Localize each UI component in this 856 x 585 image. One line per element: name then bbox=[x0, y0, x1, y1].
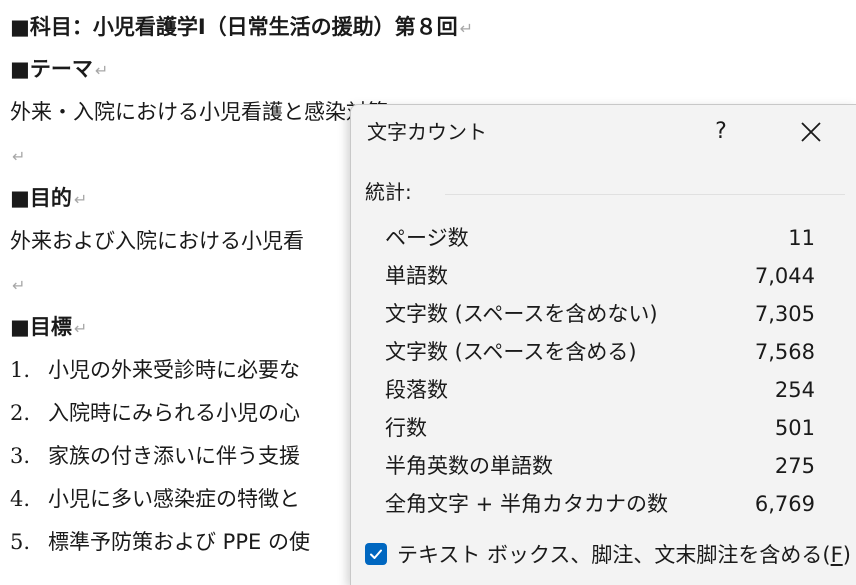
paragraph-mark: ↵ bbox=[73, 319, 88, 338]
word-count-dialog: 文字カウント ? 統計: ページ数 11 単語数 7,044 文字数 (スペース… bbox=[350, 104, 856, 585]
goal-item: 4. 小児に多い感染症の特徴と bbox=[10, 487, 300, 511]
stat-value: 7,305 bbox=[754, 302, 815, 326]
stat-row-chars-with-spaces: 文字数 (スペースを含める) 7,568 bbox=[385, 333, 815, 371]
stat-label: 単語数 bbox=[385, 264, 448, 288]
dialog-title: 文字カウント bbox=[367, 120, 487, 144]
purpose-heading: ■目的 ↵ bbox=[10, 186, 88, 210]
goal-item: 1. 小児の外来受診時に必要な bbox=[10, 358, 300, 382]
close-button[interactable] bbox=[791, 115, 831, 149]
goal-item: 2. 入院時にみられる小児の心 bbox=[10, 401, 300, 425]
stat-value: 275 bbox=[774, 454, 815, 478]
stat-value: 11 bbox=[788, 226, 815, 250]
stat-row-halfwidth-words: 半角英数の単語数 275 bbox=[385, 447, 815, 485]
empty-paragraph: ↵ bbox=[12, 147, 26, 166]
stat-value: 7,568 bbox=[754, 340, 815, 364]
statistics-label: 統計: bbox=[365, 180, 412, 204]
stat-row-pages: ページ数 11 bbox=[385, 219, 815, 257]
goal-item: 5. 標準予防策および PPE の使 bbox=[10, 530, 310, 554]
help-button[interactable]: ? bbox=[701, 115, 741, 149]
stat-label: 行数 bbox=[385, 416, 427, 440]
stat-label: 半角英数の単語数 bbox=[385, 454, 553, 478]
checkmark-icon bbox=[370, 549, 382, 559]
paragraph-mark: ↵ bbox=[459, 19, 474, 38]
accesskey: F bbox=[830, 543, 843, 567]
stat-label: 段落数 bbox=[385, 378, 448, 402]
stat-row-chars-no-spaces: 文字数 (スペースを含めない) 7,305 bbox=[385, 295, 815, 333]
divider bbox=[445, 194, 845, 195]
theme-text: 外来・入院における小児看護と感染対策 bbox=[10, 100, 388, 124]
include-textboxes-checkbox[interactable] bbox=[365, 543, 387, 565]
close-icon bbox=[801, 122, 821, 142]
goal-item: 3. 家族の付き添いに伴う支援 bbox=[10, 444, 300, 468]
stat-label: 文字数 (スペースを含める) bbox=[385, 340, 637, 364]
stat-row-words: 単語数 7,044 bbox=[385, 257, 815, 295]
goals-heading: ■目標 ↵ bbox=[10, 315, 88, 339]
stat-row-fullwidth-chars: 全角文字 + 半角カタカナの数 6,769 bbox=[385, 485, 815, 523]
stat-label: ページ数 bbox=[385, 226, 469, 250]
stat-label: 全角文字 + 半角カタカナの数 bbox=[385, 492, 668, 516]
stat-value: 6,769 bbox=[754, 492, 815, 516]
purpose-text: 外来および入院における小児看 bbox=[10, 229, 304, 253]
theme-heading: ■テーマ ↵ bbox=[10, 57, 109, 81]
include-textboxes-label[interactable]: テキスト ボックス、脚注、文末脚注を含める(F) bbox=[397, 541, 851, 569]
paragraph-mark: ↵ bbox=[94, 61, 109, 80]
doc-title: ■科目：小児看護学Ⅰ（日常生活の援助）第８回 ↵ bbox=[10, 15, 474, 39]
paragraph-mark: ↵ bbox=[73, 190, 88, 209]
stat-label: 文字数 (スペースを含めない) bbox=[385, 302, 658, 326]
stat-value: 7,044 bbox=[754, 264, 815, 288]
empty-paragraph: ↵ bbox=[12, 276, 26, 295]
stat-row-lines: 行数 501 bbox=[385, 409, 815, 447]
stat-value: 501 bbox=[774, 416, 815, 440]
stat-value: 254 bbox=[774, 378, 815, 402]
stat-row-paragraphs: 段落数 254 bbox=[385, 371, 815, 409]
statistics-list: ページ数 11 単語数 7,044 文字数 (スペースを含めない) 7,305 … bbox=[385, 219, 815, 523]
